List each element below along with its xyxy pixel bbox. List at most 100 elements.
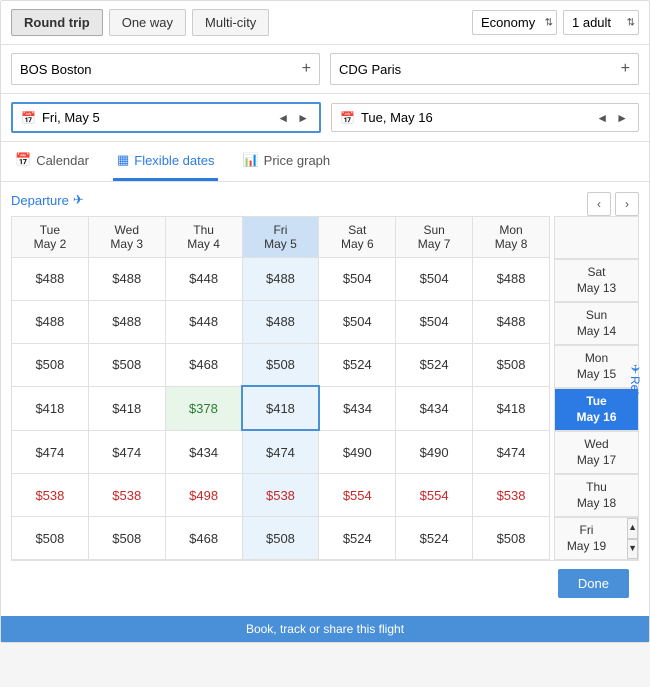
return-scroll-down[interactable]: ▼	[627, 539, 638, 560]
return-next-btn[interactable]: ►	[614, 111, 630, 125]
price-cell-0-1[interactable]: $488	[88, 258, 165, 301]
destination-field[interactable]: CDG Paris +	[330, 53, 639, 85]
done-button[interactable]: Done	[558, 569, 629, 598]
price-cell-5-0[interactable]: $538	[12, 474, 89, 517]
class-select[interactable]: Economy Business First	[472, 10, 557, 35]
price-cell-3-6[interactable]: $418	[473, 386, 550, 430]
return-field[interactable]: 📅 Tue, May 16 ◄ ►	[331, 103, 639, 132]
price-cell-6-3[interactable]: $508	[242, 517, 319, 560]
price-cell-0-5[interactable]: $504	[396, 258, 473, 301]
return-prev-btn[interactable]: ◄	[594, 111, 610, 125]
price-cell-0-4[interactable]: $504	[319, 258, 396, 301]
price-cell-2-2[interactable]: $468	[165, 343, 242, 386]
tab-pricegraph[interactable]: 📊 Price graph	[238, 142, 334, 181]
return-cell-3[interactable]: TueMay 16	[554, 388, 639, 431]
price-cell-5-4[interactable]: $554	[319, 474, 396, 517]
col-header-3[interactable]: FriMay 5	[242, 217, 319, 258]
price-cell-1-3[interactable]: $488	[242, 300, 319, 343]
depart-field[interactable]: 📅 Fri, May 5 ◄ ►	[11, 102, 321, 133]
next-week-btn[interactable]: ›	[615, 192, 639, 216]
price-cell-6-1[interactable]: $508	[88, 517, 165, 560]
prev-week-btn[interactable]: ‹	[587, 192, 611, 216]
price-cell-0-0[interactable]: $488	[12, 258, 89, 301]
price-cell-4-0[interactable]: $474	[12, 430, 89, 473]
col-header-2[interactable]: ThuMay 4	[165, 217, 242, 258]
price-cell-1-4[interactable]: $504	[319, 300, 396, 343]
price-cell-1-1[interactable]: $488	[88, 300, 165, 343]
col-header-1[interactable]: WedMay 3	[88, 217, 165, 258]
table-row: $488$488$448$488$504$504$488	[12, 258, 550, 301]
table-row: $508$508$468$508$524$524$508	[12, 517, 550, 560]
col-header-4[interactable]: SatMay 6	[319, 217, 396, 258]
origin-add-btn[interactable]: +	[302, 60, 311, 78]
price-cell-3-3[interactable]: $418	[242, 386, 319, 430]
price-cell-1-0[interactable]: $488	[12, 300, 89, 343]
price-cell-1-6[interactable]: $488	[473, 300, 550, 343]
flexible-icon: ▦	[117, 152, 129, 168]
return-cell-0[interactable]: SatMay 13	[554, 259, 639, 302]
return-date-value: Tue, May 16	[361, 110, 433, 125]
return-cell-2[interactable]: MonMay 15	[554, 345, 639, 388]
price-cell-6-5[interactable]: $524	[396, 517, 473, 560]
price-cell-2-4[interactable]: $524	[319, 343, 396, 386]
tab-pricegraph-label: Price graph	[264, 153, 330, 168]
done-row: Done	[11, 560, 639, 606]
locations-row: BOS Boston + CDG Paris +	[1, 45, 649, 94]
return-cell-4[interactable]: WedMay 17	[554, 431, 639, 474]
price-cell-1-2[interactable]: $448	[165, 300, 242, 343]
col-header-5[interactable]: SunMay 7	[396, 217, 473, 258]
price-cell-6-4[interactable]: $524	[319, 517, 396, 560]
adults-select[interactable]: 1 adult 2 adults 3 adults	[563, 10, 639, 35]
price-cell-6-0[interactable]: $508	[12, 517, 89, 560]
price-cell-5-6[interactable]: $538	[473, 474, 550, 517]
price-cell-4-1[interactable]: $474	[88, 430, 165, 473]
return-cell-5[interactable]: ThuMay 18	[554, 474, 639, 517]
price-cell-2-3[interactable]: $508	[242, 343, 319, 386]
price-cell-4-6[interactable]: $474	[473, 430, 550, 473]
price-cell-2-1[interactable]: $508	[88, 343, 165, 386]
depart-date-value: Fri, May 5	[42, 110, 100, 125]
tab-calendar-label: Calendar	[36, 153, 89, 168]
depart-prev-btn[interactable]: ◄	[275, 111, 291, 125]
price-cell-2-6[interactable]: $508	[473, 343, 550, 386]
price-cell-0-6[interactable]: $488	[473, 258, 550, 301]
price-cell-2-5[interactable]: $524	[396, 343, 473, 386]
origin-field[interactable]: BOS Boston +	[11, 53, 320, 85]
price-cell-1-5[interactable]: $504	[396, 300, 473, 343]
price-cell-5-2[interactable]: $498	[165, 474, 242, 517]
price-cell-4-4[interactable]: $490	[319, 430, 396, 473]
col-header-0[interactable]: TueMay 2	[12, 217, 89, 258]
round-trip-button[interactable]: Round trip	[11, 9, 103, 36]
price-cell-3-4[interactable]: $434	[319, 386, 396, 430]
price-cell-6-6[interactable]: $508	[473, 517, 550, 560]
return-scroll-up[interactable]: ▲	[627, 518, 638, 539]
return-cell-6[interactable]: FriMay 19 ▲ ▼	[554, 517, 639, 560]
multi-city-button[interactable]: Multi-city	[192, 9, 269, 36]
one-way-button[interactable]: One way	[109, 9, 186, 36]
tab-calendar[interactable]: 📅 Calendar	[11, 142, 93, 181]
adults-select-wrap[interactable]: 1 adult 2 adults 3 adults	[563, 10, 639, 35]
destination-add-btn[interactable]: +	[621, 60, 630, 78]
col-header-6[interactable]: MonMay 8	[473, 217, 550, 258]
bottom-bar: Book, track or share this flight	[1, 616, 649, 642]
price-cell-4-2[interactable]: $434	[165, 430, 242, 473]
price-cell-3-1[interactable]: $418	[88, 386, 165, 430]
price-cell-3-0[interactable]: $418	[12, 386, 89, 430]
tab-flexible[interactable]: ▦ Flexible dates	[113, 142, 219, 181]
price-cell-3-2[interactable]: $378	[165, 386, 242, 430]
price-cell-5-1[interactable]: $538	[88, 474, 165, 517]
depart-next-btn[interactable]: ►	[295, 111, 311, 125]
return-cell-1[interactable]: SunMay 14	[554, 302, 639, 345]
price-cell-6-2[interactable]: $468	[165, 517, 242, 560]
price-cell-2-0[interactable]: $508	[12, 343, 89, 386]
price-cell-3-5[interactable]: $434	[396, 386, 473, 430]
price-cell-4-5[interactable]: $490	[396, 430, 473, 473]
tab-flexible-label: Flexible dates	[134, 153, 214, 168]
pricegraph-icon: 📊	[242, 152, 258, 168]
price-cell-5-5[interactable]: $554	[396, 474, 473, 517]
price-cell-5-3[interactable]: $538	[242, 474, 319, 517]
class-select-wrap[interactable]: Economy Business First	[472, 10, 557, 35]
price-cell-0-2[interactable]: $448	[165, 258, 242, 301]
price-cell-4-3[interactable]: $474	[242, 430, 319, 473]
price-cell-0-3[interactable]: $488	[242, 258, 319, 301]
